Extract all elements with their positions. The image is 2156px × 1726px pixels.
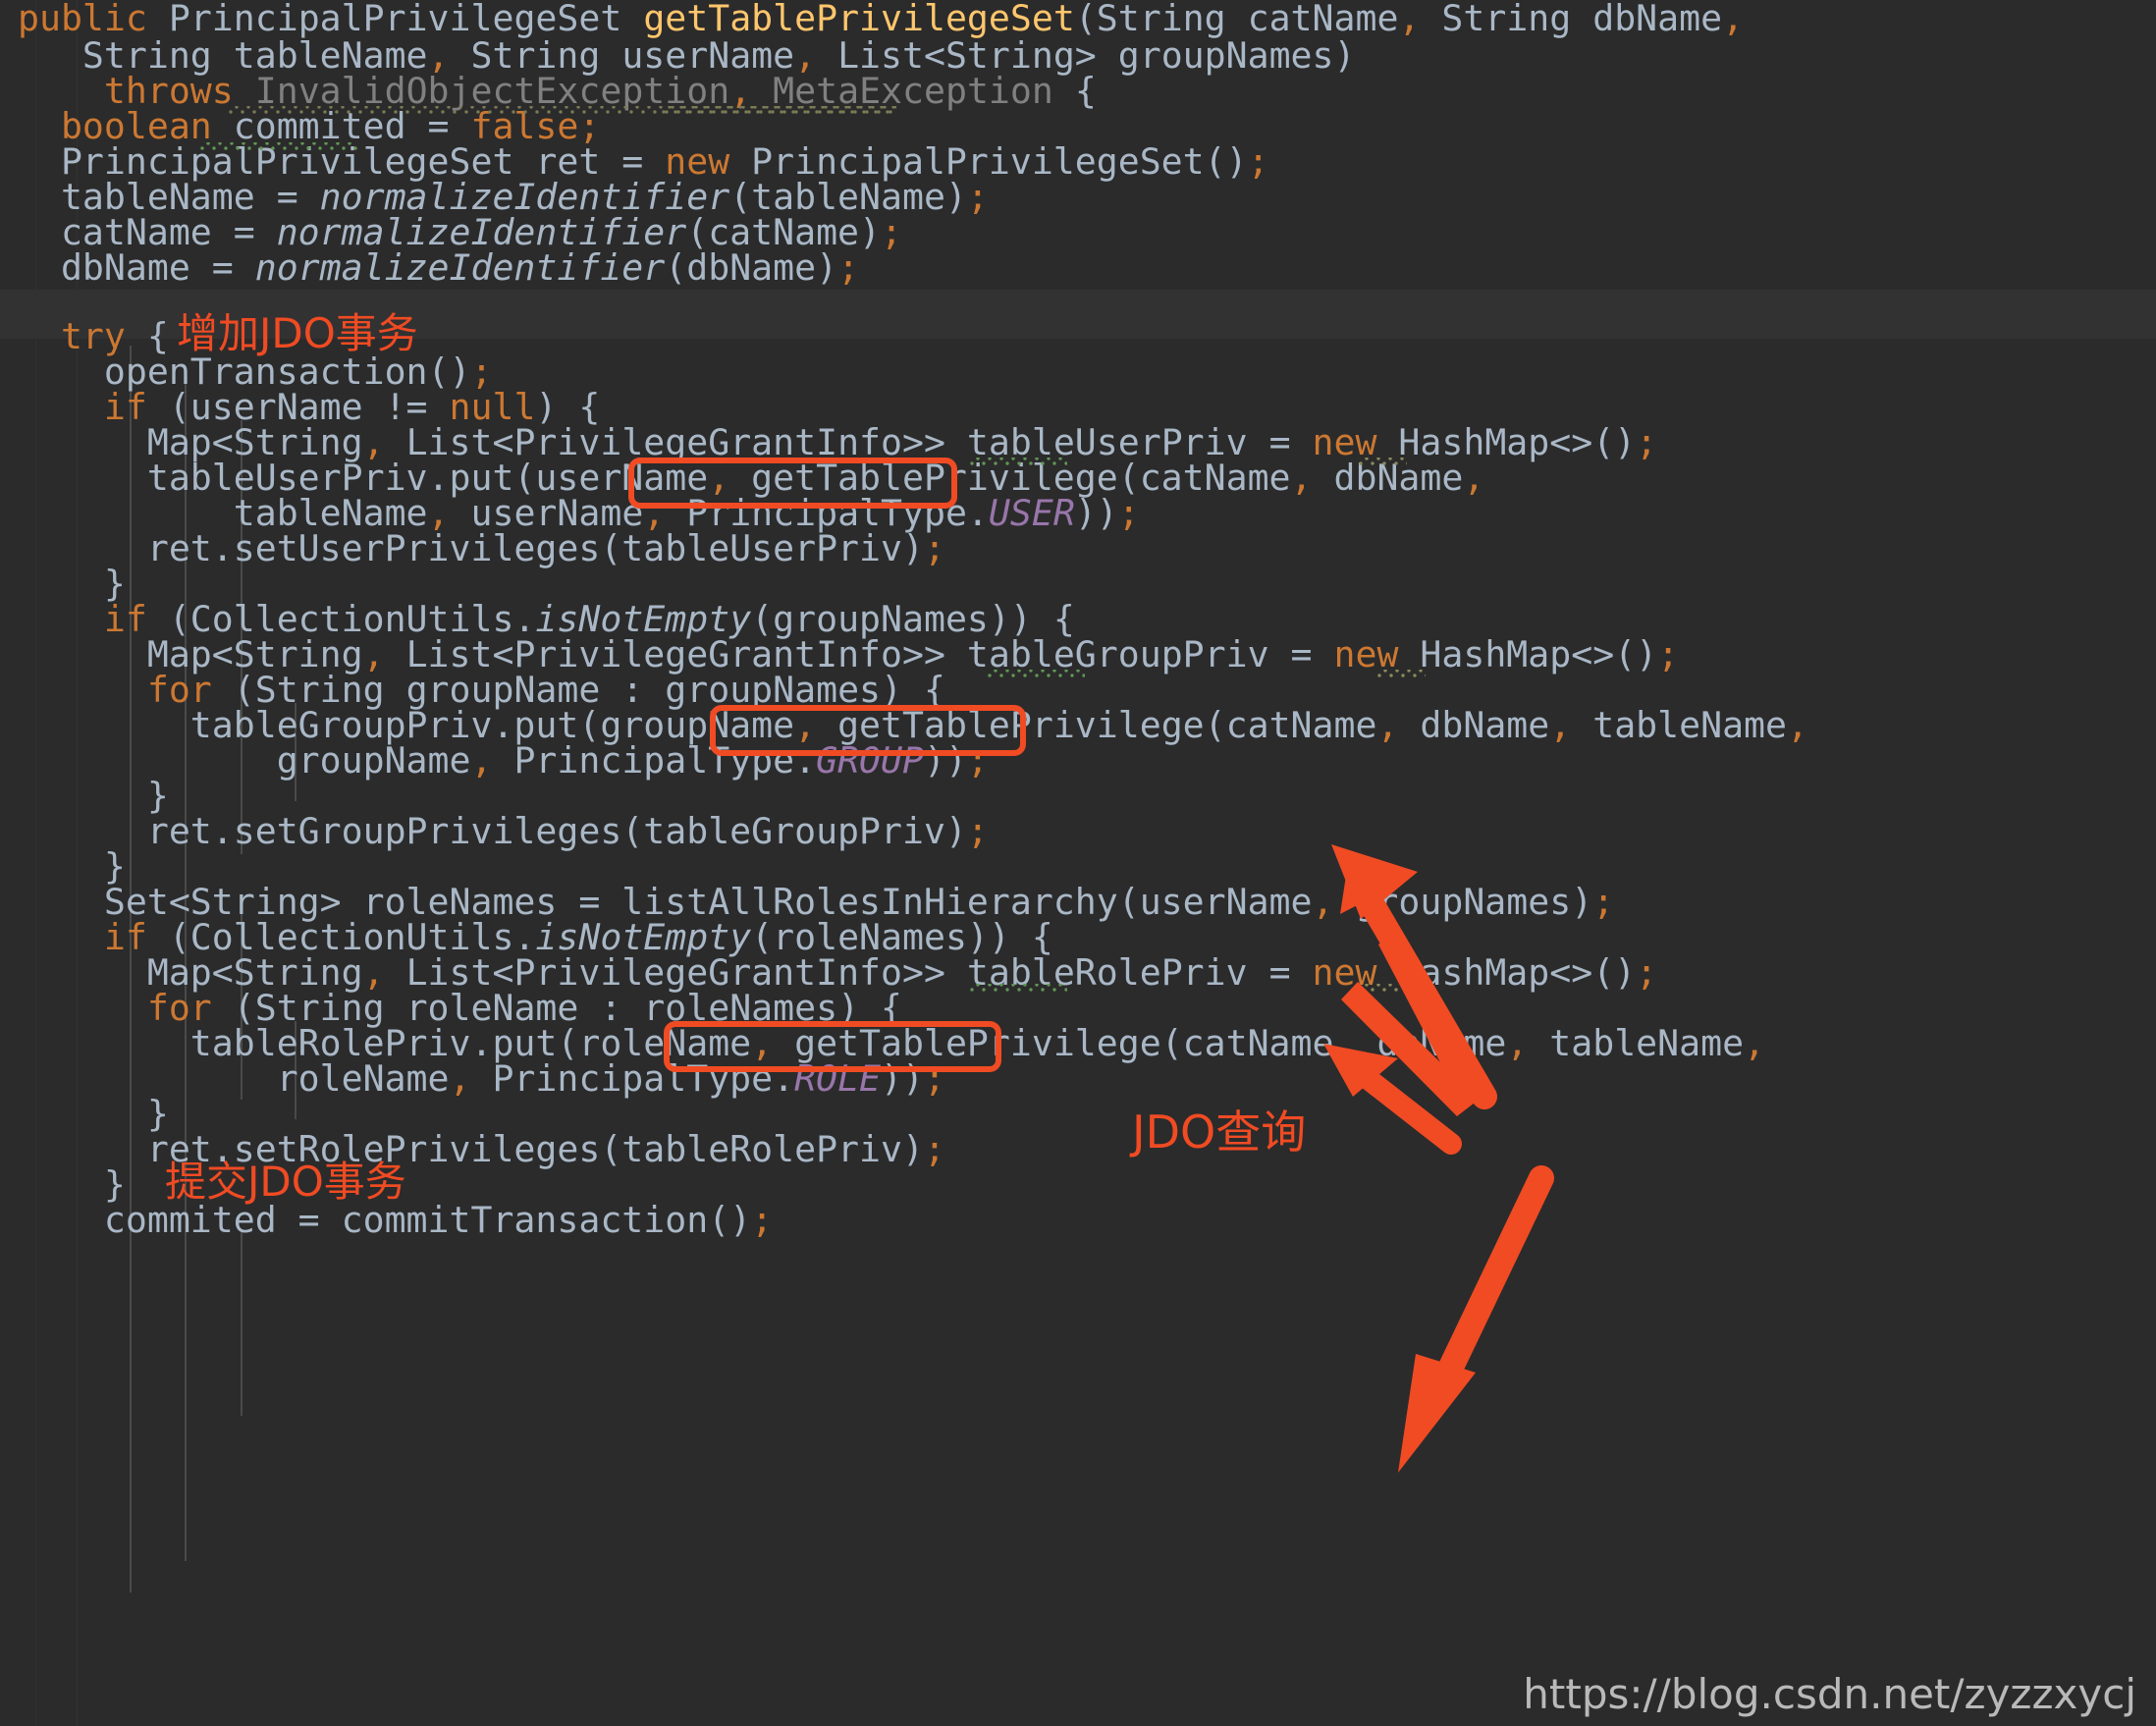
squiggle-hashmap-paren-1 [1358, 458, 1407, 465]
squiggle-tableuserpriv [969, 458, 1067, 465]
squiggle-commited [199, 142, 359, 150]
code-screenshot: public PrincipalPrivilegeSet getTablePri… [0, 0, 2156, 1726]
squiggle-tablerolepriv [969, 984, 1067, 992]
code-line-24: ret.setGroupPrivileges(tableGroupPriv); [18, 810, 989, 852]
code-line-35: commited = commitTransaction(); [18, 1199, 774, 1241]
code-line-33: ret.setRolePrivileges(tableRolePriv); [18, 1128, 945, 1170]
code-line-8: dbName = normalizeIdentifier(dbName); [18, 246, 860, 289]
squiggle-hashmap-paren-3 [1358, 984, 1407, 992]
caret-row-highlight [0, 290, 2156, 339]
squiggle-hashmap-paren-2 [1376, 670, 1426, 677]
squiggle-metaexception [661, 106, 897, 114]
indent-guide-3e [241, 1229, 243, 1416]
squiggle-tablegrouppriv [987, 670, 1085, 677]
code-line-16: ret.setUserPrivileges(tableUserPriv); [18, 527, 945, 569]
watermark-url: https://blog.csdn.net/zyzzxycj [1523, 1670, 2136, 1718]
code-editor-surface[interactable]: public PrincipalPrivilegeSet getTablePri… [0, 0, 2156, 1726]
